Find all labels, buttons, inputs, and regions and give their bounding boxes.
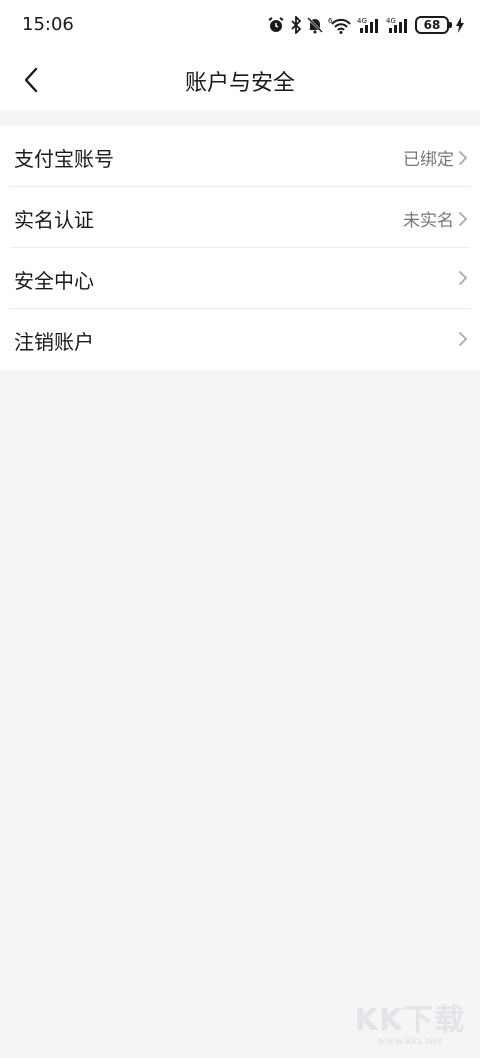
chevron-right-icon [459,332,468,346]
chevron-right-icon [459,271,468,285]
battery-indicator: 68 [415,16,452,34]
page-title: 账户与安全 [184,71,295,96]
row-right: 未实名 [403,206,470,231]
row-right [454,267,470,289]
status-icons: 6 4G 4G 68 [267,13,464,37]
status-time: 15:06 [22,14,74,35]
network-label: 4G [357,17,367,25]
charging-icon [456,17,464,33]
row-label: 安全中心 [14,269,94,293]
signal-4g-icon: 4G [357,16,381,34]
settings-row-security-center[interactable]: 安全中心 [10,248,470,309]
row-value: 未实名 [403,211,454,231]
settings-row-alipay-account[interactable]: 支付宝账号 已绑定 [10,126,470,187]
row-label: 支付宝账号 [14,147,114,171]
row-label: 注销账户 [14,330,94,354]
settings-row-cancel-account[interactable]: 注销账户 [10,309,470,370]
settings-list: 支付宝账号 已绑定 实名认证 未实名 安全中心 注销账户 [0,126,480,370]
row-value: 已绑定 [403,150,454,170]
signal-4g-icon: 4G [386,16,410,34]
row-label: 实名认证 [14,208,94,232]
wifi-icon: 6 [328,16,352,34]
alarm-icon [267,16,285,34]
chevron-right-icon [459,150,468,165]
bluetooth-icon [290,16,302,34]
chevron-right-icon [459,211,468,226]
settings-row-real-name[interactable]: 实名认证 未实名 [10,187,470,248]
row-right: 已绑定 [403,145,470,170]
watermark-brand: KK下载 [354,1003,466,1038]
nav-bar: 账户与安全 [0,50,480,110]
network-label: 4G [386,17,396,25]
mute-icon [307,16,323,34]
row-right [454,328,470,350]
status-bar: 15:06 6 4G 4G 68 [0,0,480,50]
watermark: KK下载 www.kkx.net [354,1006,466,1050]
